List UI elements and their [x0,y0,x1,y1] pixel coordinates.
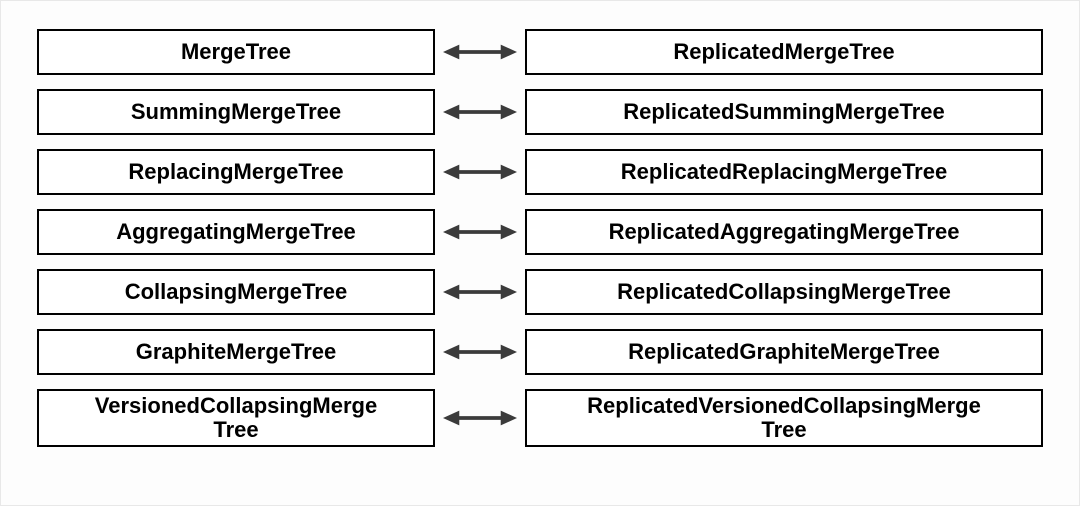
double-arrow-icon [443,99,517,125]
engine-right: ReplicatedVersionedCollapsingMergeTree [525,389,1043,447]
arrow-connector [440,339,520,365]
double-arrow-icon [443,405,517,431]
double-arrow-icon [443,219,517,245]
engine-mapping-diagram: MergeTree ReplicatedMergeTree SummingMerge… [37,29,1043,447]
mapping-row: MergeTree ReplicatedMergeTree [37,29,1043,75]
mapping-row: VersionedCollapsingMergeTree ReplicatedVe… [37,389,1043,447]
double-arrow-icon [443,39,517,65]
engine-right: ReplicatedAggregatingMergeTree [525,209,1043,255]
arrow-connector [440,279,520,305]
arrow-connector [440,159,520,185]
engine-right: ReplicatedReplacingMergeTree [525,149,1043,195]
mapping-row: GraphiteMergeTree ReplicatedGraphiteMerge… [37,329,1043,375]
engine-left: AggregatingMergeTree [37,209,435,255]
engine-left: SummingMergeTree [37,89,435,135]
engine-left: MergeTree [37,29,435,75]
arrow-connector [440,99,520,125]
engine-right: ReplicatedSummingMergeTree [525,89,1043,135]
double-arrow-icon [443,159,517,185]
double-arrow-icon [443,279,517,305]
mapping-row: SummingMergeTree ReplicatedSummingMergeTr… [37,89,1043,135]
engine-right: ReplicatedMergeTree [525,29,1043,75]
arrow-connector [440,219,520,245]
mapping-row: AggregatingMergeTree ReplicatedAggregatin… [37,209,1043,255]
mapping-row: CollapsingMergeTree ReplicatedCollapsingM… [37,269,1043,315]
double-arrow-icon [443,339,517,365]
arrow-connector [440,405,520,431]
engine-left: CollapsingMergeTree [37,269,435,315]
arrow-connector [440,39,520,65]
mapping-row: ReplacingMergeTree ReplicatedReplacingMer… [37,149,1043,195]
engine-right: ReplicatedGraphiteMergeTree [525,329,1043,375]
engine-left: VersionedCollapsingMergeTree [37,389,435,447]
engine-left: ReplacingMergeTree [37,149,435,195]
engine-left: GraphiteMergeTree [37,329,435,375]
engine-right: ReplicatedCollapsingMergeTree [525,269,1043,315]
